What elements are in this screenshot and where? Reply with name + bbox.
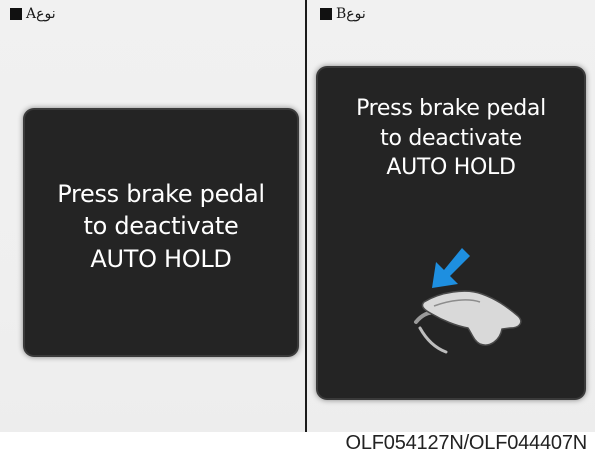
message-line-1: Press brake pedal	[356, 96, 546, 121]
message-line-2: to deactivate	[83, 212, 239, 241]
message-line-1: Press brake pedal	[57, 180, 265, 208]
type-a-label: A نوع	[10, 6, 56, 22]
figure-caption: OLF054127N/OLF044407N	[345, 432, 587, 454]
black-square-icon	[10, 8, 22, 20]
type-a-letter: A	[26, 6, 37, 22]
display-message-b: Press brake pedal to deactivate AUTO HOL…	[318, 94, 584, 183]
press-arrow-icon	[432, 248, 470, 288]
type-b-panel: B نوع Press brake pedal to deactivate AUT…	[307, 0, 595, 432]
message-line-2: to deactivate	[380, 125, 522, 151]
type-a-word: نوع	[36, 6, 56, 22]
cluster-display-b: Press brake pedal to deactivate AUTO HOL…	[318, 68, 584, 398]
type-a-panel: A نوع Press brake pedal to deactivate AUT…	[0, 0, 305, 432]
display-message-a: Press brake pedal to deactivate AUTO HOL…	[25, 178, 297, 275]
message-line-3: AUTO HOLD	[90, 244, 232, 273]
cluster-display-a: Press brake pedal to deactivate AUTO HOL…	[25, 110, 297, 355]
type-b-label: B نوع	[320, 6, 366, 22]
brake-pedal-icon	[414, 248, 522, 354]
type-b-letter: B	[336, 6, 347, 22]
black-square-icon	[320, 8, 332, 20]
message-line-3: AUTO HOLD	[386, 155, 516, 181]
type-b-word: نوع	[346, 6, 366, 22]
